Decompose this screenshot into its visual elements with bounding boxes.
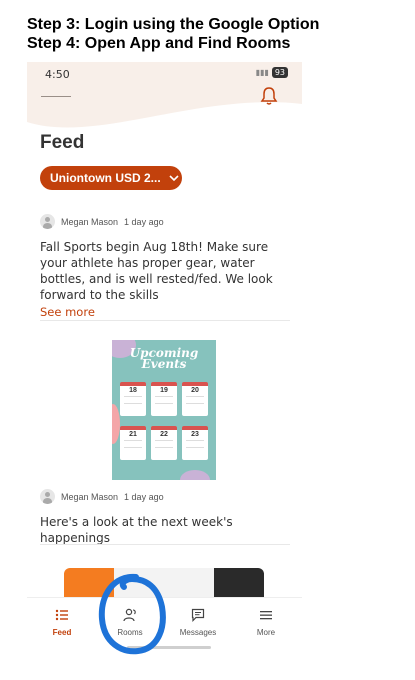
calendar-day: 21 bbox=[120, 426, 146, 460]
bell-icon[interactable] bbox=[260, 86, 278, 106]
page-title: Feed bbox=[40, 132, 85, 153]
flyer-decoration bbox=[112, 404, 120, 444]
school-selector-label: Uniontown USD 2... bbox=[50, 171, 161, 185]
calendar-day: 20 bbox=[182, 382, 208, 416]
post-text: Fall Sports begin Aug 18th! Make sure yo… bbox=[40, 240, 273, 302]
tab-label: Messages bbox=[179, 628, 217, 637]
flyer-decoration bbox=[180, 470, 210, 480]
divider bbox=[40, 544, 290, 545]
school-logo bbox=[41, 96, 71, 97]
school-selector-dropdown[interactable]: Uniontown USD 2... bbox=[40, 166, 182, 190]
flyer-title-line2: Events bbox=[141, 357, 187, 371]
instructions: Step 3: Login using the Google Option St… bbox=[27, 15, 319, 53]
tab-label: Feed bbox=[52, 628, 72, 637]
tab-more[interactable]: More bbox=[241, 608, 291, 637]
post-time: 1 day ago bbox=[124, 491, 164, 502]
tab-messages[interactable]: Messages bbox=[173, 608, 223, 637]
tab-label: More bbox=[256, 628, 276, 637]
calendar-day: 23 bbox=[182, 426, 208, 460]
feed-post[interactable]: Megan Mason 1 day ago Here's a look at t… bbox=[40, 489, 290, 546]
instruction-step-4: Step 4: Open App and Find Rooms bbox=[27, 35, 291, 52]
feed-post[interactable]: Megan Mason 1 day ago Fall Sports begin … bbox=[40, 214, 290, 319]
post-author: Megan Mason bbox=[61, 216, 119, 227]
post-author: Megan Mason bbox=[61, 491, 119, 502]
events-flyer-image[interactable]: Upcoming Events 18 19 20 21 22 23 bbox=[112, 340, 216, 480]
phone-screen: 4:50 ▮▮▮ 93 Feed Uniontown USD 2... Mega… bbox=[27, 62, 302, 657]
post-text: Here's a look at the next week's happeni… bbox=[40, 515, 233, 545]
post-meta: Megan Mason 1 day ago bbox=[40, 489, 290, 504]
highlight-circle-annotation bbox=[98, 573, 166, 655]
calendar-day: 19 bbox=[151, 382, 177, 416]
chat-icon bbox=[191, 608, 205, 622]
app-header: 4:50 ▮▮▮ 93 bbox=[27, 62, 302, 142]
chevron-down-icon bbox=[169, 175, 179, 182]
avatar bbox=[40, 214, 55, 229]
signal-icon: ▮▮▮ bbox=[255, 68, 269, 77]
see-more-link[interactable]: See more bbox=[40, 305, 290, 319]
post-meta: Megan Mason 1 day ago bbox=[40, 214, 290, 229]
divider bbox=[40, 320, 290, 321]
calendar-day: 18 bbox=[120, 382, 146, 416]
status-time: 4:50 bbox=[45, 68, 70, 81]
post-time: 1 day ago bbox=[124, 216, 164, 227]
calendar-grid: 18 19 20 21 22 23 bbox=[120, 382, 208, 460]
menu-icon bbox=[260, 611, 272, 620]
tab-feed[interactable]: Feed bbox=[37, 608, 87, 637]
calendar-day: 22 bbox=[151, 426, 177, 460]
avatar bbox=[40, 489, 55, 504]
instruction-step-3: Step 3: Login using the Google Option bbox=[27, 16, 320, 33]
flyer-title: Upcoming Events bbox=[112, 347, 216, 371]
list-icon bbox=[55, 609, 68, 621]
status-icons: ▮▮▮ 93 bbox=[256, 67, 288, 78]
battery-icon: 93 bbox=[271, 67, 288, 78]
